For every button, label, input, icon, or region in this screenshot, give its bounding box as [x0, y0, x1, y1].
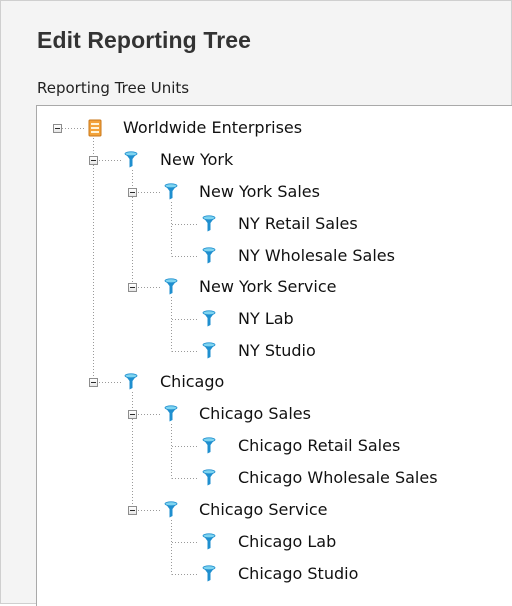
section-label: Reporting Tree Units	[37, 79, 190, 97]
funnel-icon	[202, 565, 216, 582]
tree-node-label: Chicago	[160, 372, 225, 391]
funnel-icon	[202, 342, 216, 359]
collapse-toggle[interactable]	[128, 410, 137, 419]
tree-node-label: NY Studio	[238, 341, 316, 360]
tree-node-ny-wholesale-sales[interactable]: NY Wholesale Sales	[37, 246, 477, 268]
tree-node-ny-retail-sales[interactable]: NY Retail Sales	[37, 214, 477, 236]
reporting-tree-panel[interactable]: Worldwide Enterprises New York New York …	[36, 105, 512, 606]
tree-node-new-york[interactable]: New York	[37, 150, 437, 172]
tree-node-label: Chicago Wholesale Sales	[238, 468, 438, 487]
tree-node-label: NY Wholesale Sales	[238, 246, 395, 265]
tree-node-ny-studio[interactable]: NY Studio	[37, 341, 477, 363]
funnel-icon	[202, 469, 216, 486]
tree-node-worldwide-enterprises[interactable]: Worldwide Enterprises	[37, 118, 437, 140]
funnel-icon	[164, 405, 178, 422]
tree-node-label: Worldwide Enterprises	[123, 118, 303, 137]
tree-node-ny-lab[interactable]: NY Lab	[37, 309, 477, 331]
dialog-title: Edit Reporting Tree	[37, 27, 252, 53]
tree-node-chicago-service[interactable]: Chicago Service	[37, 500, 477, 522]
funnel-icon	[202, 215, 216, 232]
tree-node-chicago-studio[interactable]: Chicago Studio	[37, 564, 477, 586]
collapse-toggle[interactable]	[89, 378, 98, 387]
tree-node-label: NY Retail Sales	[238, 214, 358, 233]
funnel-icon	[202, 310, 216, 327]
funnel-icon	[124, 151, 138, 168]
tree-node-label: Chicago Retail Sales	[238, 436, 401, 455]
tree-node-label: New York	[160, 150, 234, 169]
tree-node-chicago-wholesale-sales[interactable]: Chicago Wholesale Sales	[37, 468, 507, 490]
collapse-toggle[interactable]	[53, 124, 62, 133]
collapse-toggle[interactable]	[89, 156, 98, 165]
tree-node-label: Chicago Service	[199, 500, 328, 519]
tree-node-chicago-sales[interactable]: Chicago Sales	[37, 404, 477, 426]
tree-node-chicago-lab[interactable]: Chicago Lab	[37, 532, 477, 554]
collapse-toggle[interactable]	[128, 506, 137, 515]
funnel-icon	[124, 373, 138, 390]
tree-node-label: Chicago Lab	[238, 532, 337, 551]
funnel-icon	[202, 437, 216, 454]
tree-node-chicago[interactable]: Chicago	[37, 372, 437, 394]
tree-node-new-york-service[interactable]: New York Service	[37, 277, 477, 299]
tree-node-label: Chicago Sales	[199, 404, 311, 423]
dialog-frame: Edit Reporting Tree Reporting Tree Units	[0, 0, 512, 606]
tree-node-label: NY Lab	[238, 309, 294, 328]
collapse-toggle[interactable]	[128, 188, 137, 197]
tree-node-label: Chicago Studio	[238, 564, 359, 583]
funnel-icon	[164, 278, 178, 295]
tree-node-new-york-sales[interactable]: New York Sales	[37, 182, 477, 204]
building-icon	[88, 119, 102, 137]
funnel-icon	[202, 533, 216, 550]
collapse-toggle[interactable]	[128, 283, 137, 292]
funnel-icon	[164, 501, 178, 518]
tree-node-label: New York Sales	[199, 182, 320, 201]
tree-node-label: New York Service	[199, 277, 337, 296]
funnel-icon	[164, 183, 178, 200]
funnel-icon	[202, 247, 216, 264]
tree-node-chicago-retail-sales[interactable]: Chicago Retail Sales	[37, 436, 507, 458]
